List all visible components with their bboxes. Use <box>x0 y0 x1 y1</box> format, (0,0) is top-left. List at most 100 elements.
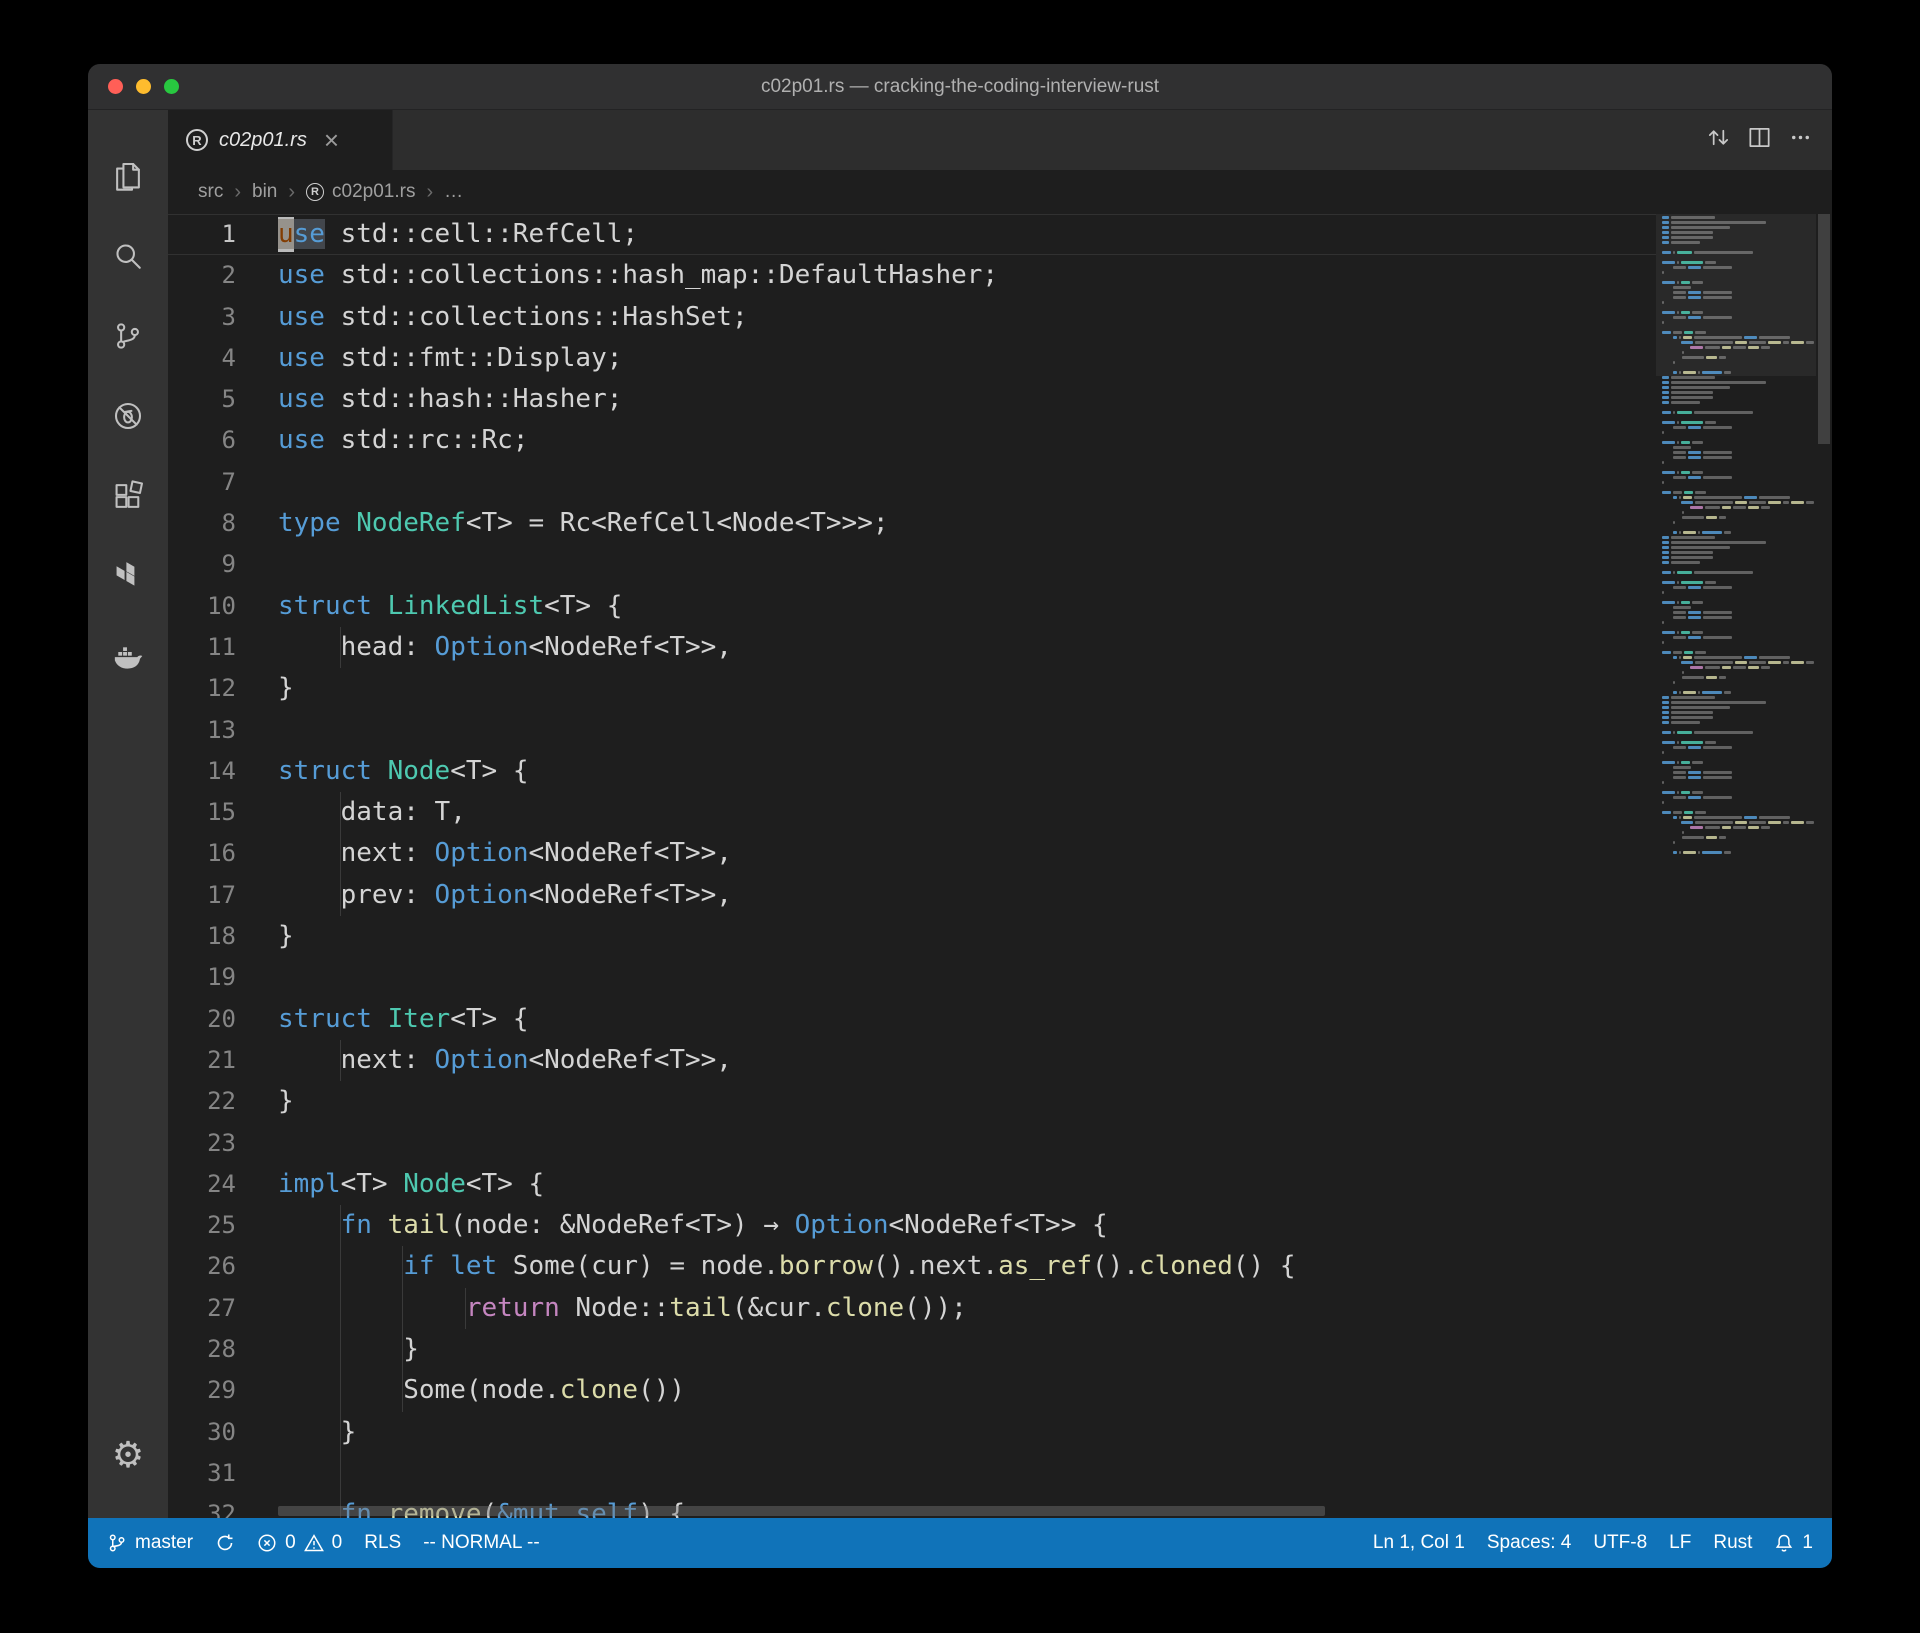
breadcrumb-item[interactable]: src <box>198 181 223 203</box>
code-line[interactable]: 27 return Node::tail(&cur.clone()); <box>168 1288 1656 1329</box>
line-number: 21 <box>168 1040 236 1081</box>
status-encoding[interactable]: UTF-8 <box>1582 1518 1658 1568</box>
more-actions-icon <box>1787 124 1814 151</box>
horizontal-scrollbar-slider[interactable] <box>278 1506 1325 1516</box>
status-language-mode[interactable]: Rust <box>1702 1518 1763 1568</box>
bell-icon <box>1774 1533 1794 1553</box>
status-notifications-label: 1 <box>1802 1532 1813 1554</box>
vscode-window: c02p01.rs — cracking-the-coding-intervie… <box>88 64 1832 1568</box>
activity-item-docker[interactable] <box>88 616 168 696</box>
breadcrumb-separator-icon <box>288 181 295 204</box>
code-line[interactable]: 2use std::collections::hash_map::Default… <box>168 255 1656 296</box>
status-cursor-position[interactable]: Ln 1, Col 1 <box>1362 1518 1476 1568</box>
code-text <box>236 462 1656 503</box>
code-line[interactable]: 21 next: Option<NodeRef<T>>, <box>168 1040 1656 1081</box>
vertical-scrollbar-slider[interactable] <box>1818 214 1830 444</box>
indent-guide <box>465 1288 466 1329</box>
more-actions-button[interactable] <box>1787 124 1814 156</box>
code-line[interactable]: 9 <box>168 544 1656 585</box>
code-line[interactable]: 12} <box>168 668 1656 709</box>
indent-guide <box>340 833 341 874</box>
code-text: use std::rc::Rc; <box>236 420 1656 461</box>
activity-item-extensions[interactable] <box>88 456 168 536</box>
code-text: fn tail(node: &NodeRef<T>) → Option<Node… <box>236 1205 1656 1246</box>
code-line[interactable]: 4use std::fmt::Display; <box>168 338 1656 379</box>
status-indentation[interactable]: Spaces: 4 <box>1476 1518 1583 1568</box>
line-number: 17 <box>168 875 236 916</box>
line-number: 11 <box>168 627 236 668</box>
line-number: 9 <box>168 544 236 585</box>
line-number: 13 <box>168 710 236 751</box>
code-line[interactable]: 29 Some(node.clone()) <box>168 1370 1656 1411</box>
code-area: 1use std::cell::RefCell;2use std::collec… <box>168 214 1832 1518</box>
code-line[interactable]: 10struct LinkedList<T> { <box>168 586 1656 627</box>
code-line[interactable]: 24impl<T> Node<T> { <box>168 1164 1656 1205</box>
title-bar[interactable]: c02p01.rs — cracking-the-coding-intervie… <box>88 64 1832 110</box>
code-line[interactable]: 3use std::collections::HashSet; <box>168 297 1656 338</box>
code-line[interactable]: 18} <box>168 916 1656 957</box>
status-vim-mode[interactable]: -- NORMAL -- <box>412 1518 550 1568</box>
code-line[interactable]: 30 } <box>168 1412 1656 1453</box>
code-line[interactable]: 15 data: T, <box>168 792 1656 833</box>
code-line[interactable]: 20struct Iter<T> { <box>168 999 1656 1040</box>
code-line[interactable]: 22} <box>168 1081 1656 1122</box>
indent-guide <box>402 1288 403 1329</box>
code-line[interactable]: 8type NodeRef<T> = Rc<RefCell<Node<T>>>; <box>168 503 1656 544</box>
minimize-window-button[interactable] <box>136 79 151 94</box>
code-text: if let Some(cur) = node.borrow().next.as… <box>236 1246 1656 1287</box>
split-editor-button[interactable] <box>1746 124 1773 156</box>
breadcrumb-item[interactable]: c02p01.rs <box>306 181 415 203</box>
open-changes-button[interactable] <box>1705 124 1732 156</box>
horizontal-scrollbar[interactable] <box>278 1504 1656 1518</box>
line-number: 22 <box>168 1081 236 1122</box>
code-line[interactable]: 14struct Node<T> { <box>168 751 1656 792</box>
zoom-window-button[interactable] <box>164 79 179 94</box>
status-bar: master 00RLS-- NORMAL -- Ln 1, Col 1Space… <box>88 1518 1832 1568</box>
status-problems[interactable]: 00 <box>246 1518 353 1568</box>
status-branch[interactable]: master <box>96 1518 204 1568</box>
activity-item-settings[interactable]: ⚙ <box>88 1416 168 1496</box>
code-line[interactable]: 23 <box>168 1123 1656 1164</box>
code-line[interactable]: 16 next: Option<NodeRef<T>>, <box>168 833 1656 874</box>
code-text: use std::cell::RefCell; <box>236 214 1656 255</box>
code-line[interactable]: 13 <box>168 710 1656 751</box>
code-line[interactable]: 11 head: Option<NodeRef<T>>, <box>168 627 1656 668</box>
code-text: use std::hash::Hasher; <box>236 379 1656 420</box>
code-line[interactable]: 6use std::rc::Rc; <box>168 420 1656 461</box>
code-text: use std::collections::HashSet; <box>236 297 1656 338</box>
code-line[interactable]: 31 <box>168 1453 1656 1494</box>
code-line[interactable]: 28 } <box>168 1329 1656 1370</box>
minimap[interactable] <box>1656 214 1816 1518</box>
code-line[interactable]: 25 fn tail(node: &NodeRef<T>) → Option<N… <box>168 1205 1656 1246</box>
code-text: prev: Option<NodeRef<T>>, <box>236 875 1656 916</box>
status-notifications[interactable]: 1 <box>1763 1518 1824 1568</box>
breadcrumb-separator-icon <box>426 181 433 204</box>
code-text <box>236 710 1656 751</box>
line-number: 31 <box>168 1453 236 1494</box>
code-line[interactable]: 19 <box>168 957 1656 998</box>
code-line[interactable]: 7 <box>168 462 1656 503</box>
activity-item-search[interactable] <box>88 216 168 296</box>
activity-item-terraform[interactable] <box>88 536 168 616</box>
code-line[interactable]: 1use std::cell::RefCell; <box>168 214 1656 255</box>
vertical-scrollbar[interactable] <box>1816 214 1832 1518</box>
activity-item-source-control[interactable] <box>88 296 168 376</box>
close-tab-icon[interactable] <box>324 130 339 150</box>
activity-item-explorer[interactable] <box>88 136 168 216</box>
status-sync[interactable] <box>204 1518 246 1568</box>
code-line[interactable]: 26 if let Some(cur) = node.borrow().next… <box>168 1246 1656 1287</box>
indent-guide <box>340 1040 341 1081</box>
tab-c02p01[interactable]: c02p01.rs <box>168 110 393 170</box>
indent-guide <box>340 1370 341 1411</box>
close-window-button[interactable] <box>108 79 123 94</box>
breadcrumb-item[interactable]: … <box>444 181 463 203</box>
breadcrumb-item[interactable]: bin <box>252 181 277 203</box>
activity-item-debug-disabled[interactable] <box>88 376 168 456</box>
indent-guide <box>340 1205 341 1246</box>
code-line[interactable]: 5use std::hash::Hasher; <box>168 379 1656 420</box>
rust-icon <box>306 183 324 201</box>
status-rls[interactable]: RLS <box>353 1518 412 1568</box>
status-eol[interactable]: LF <box>1658 1518 1702 1568</box>
code-text: } <box>236 916 1656 957</box>
code-line[interactable]: 17 prev: Option<NodeRef<T>>, <box>168 875 1656 916</box>
